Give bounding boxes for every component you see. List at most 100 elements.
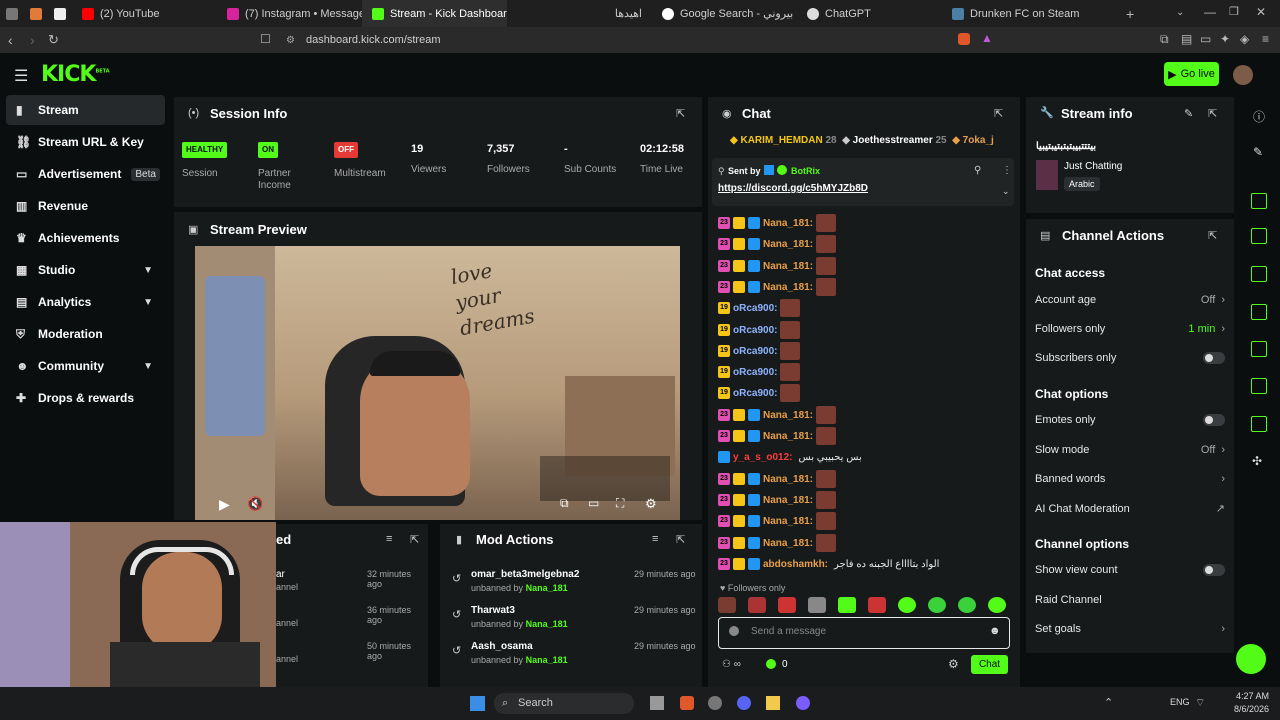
sidebar-item-stream[interactable]: ▮ Stream (6, 95, 165, 125)
brave-shields-icon[interactable] (958, 33, 970, 45)
clock-time[interactable]: 4:27 AM (1236, 691, 1269, 701)
mod-action-user[interactable]: omar_beta3melgebna2 (471, 569, 579, 580)
ai-chat-moderation-row[interactable]: AI Chat Moderation ↗ (1035, 502, 1225, 516)
app-taskbar-icon[interactable] (796, 696, 810, 710)
emote-icon[interactable] (958, 597, 976, 613)
show-view-count-toggle[interactable] (1203, 564, 1225, 576)
popout-icon[interactable]: ⇱ (994, 107, 1003, 120)
banned-words-row[interactable]: Banned words › (1035, 473, 1225, 485)
account-age-row[interactable]: Account age Off › (1035, 294, 1225, 306)
sidebar-item-achievements[interactable]: ♛ Achievements (6, 223, 165, 253)
chat-username[interactable]: Nana_181: (763, 218, 813, 229)
close-window-icon[interactable]: ✕ (1256, 5, 1266, 19)
tab-kick-dashboard[interactable]: Stream - Kick Dashboard✕ (362, 0, 507, 27)
chat-users-icon[interactable]: ⚇ ∞ (722, 659, 741, 670)
menu-icon[interactable]: ≡ (1262, 32, 1269, 46)
info-icon[interactable]: ⓘ (1253, 108, 1265, 125)
url-field[interactable]: ⚙ dashboard.kick.com/stream (280, 31, 950, 50)
chevron-down-icon[interactable]: ⌄ (1002, 186, 1010, 197)
bookmark-icon[interactable]: ☐ (260, 32, 271, 46)
chat-username[interactable]: Nana_181: (763, 431, 813, 442)
kick-logo[interactable]: KICKBETA (41, 62, 110, 87)
tab-youtube[interactable]: (2) YouTube (72, 0, 217, 27)
tab-instagram[interactable]: (7) Instagram • Messages (217, 0, 362, 27)
reload-icon[interactable]: ↻ (48, 32, 59, 48)
category-thumbnail[interactable] (1036, 160, 1058, 190)
gifter-name[interactable]: KARIM_HEMDAN (740, 135, 822, 146)
sidebar-item-community[interactable]: ☻ Community ▼ (6, 351, 165, 381)
subscribers-only-toggle[interactable] (1203, 352, 1225, 364)
unpin-icon[interactable]: ⚲ (974, 165, 981, 176)
emote-picker-icon[interactable] (729, 626, 739, 636)
new-tab-icon[interactable]: + (1126, 6, 1134, 22)
sidebar-item-drops-rewards[interactable]: ✚ Drops & rewards (6, 383, 165, 413)
stream-preview-video[interactable]: love your dreams ▶ 🔇 ⧉ ▭ ⛶ ⚙ (195, 246, 680, 520)
hamburger-icon[interactable]: ☰ (14, 66, 28, 86)
emote-icon[interactable] (868, 597, 886, 613)
emote-icon[interactable] (988, 597, 1006, 613)
popout-icon[interactable]: ⇱ (676, 107, 685, 120)
quick-action-icon[interactable] (1251, 304, 1267, 320)
fullscreen-icon[interactable]: ⛶ (616, 496, 624, 511)
sidebar-item-stream-url-key[interactable]: ⛓ Stream URL & Key (6, 127, 165, 157)
chat-username[interactable]: oRca900: (733, 367, 777, 378)
file-explorer-icon[interactable] (766, 696, 780, 710)
emote-icon[interactable] (898, 597, 916, 613)
filter-icon[interactable]: ≡ (386, 533, 392, 545)
emote-icon[interactable] (778, 597, 796, 613)
gifter-name[interactable]: Joethesstreamer (853, 135, 933, 146)
chat-settings-icon[interactable]: ⚙ (948, 657, 959, 671)
pinned-link[interactable]: https://discord.gg/c5hMYJZb8D (718, 183, 868, 194)
app-taskbar-icon[interactable] (708, 696, 722, 710)
more-options-icon[interactable]: ⋮ (1002, 165, 1012, 176)
vpn-icon[interactable]: ◈ (1240, 32, 1249, 46)
maximize-icon[interactable]: ❐ (1229, 5, 1239, 18)
quick-action-icon[interactable] (1251, 228, 1267, 244)
extensions-icon[interactable]: ⧉ (1160, 32, 1169, 47)
set-goals-row[interactable]: Set goals › (1035, 623, 1225, 635)
forward-icon[interactable]: › (30, 32, 35, 48)
mute-icon[interactable]: 🔇 (247, 496, 263, 512)
windows-start-icon[interactable] (470, 696, 485, 711)
gifter-name[interactable]: 7oka_j (963, 135, 994, 146)
chat-username[interactable]: Nana_181: (763, 516, 813, 527)
emote-icon[interactable] (718, 597, 736, 613)
emotes-only-toggle[interactable] (1203, 414, 1225, 426)
wallet-icon[interactable]: ▭ (1200, 32, 1211, 46)
back-icon[interactable]: ‹ (8, 32, 13, 48)
chat-username[interactable]: oRca900: (733, 325, 777, 336)
emote-icon[interactable] (808, 597, 826, 613)
task-view-icon[interactable] (650, 696, 664, 710)
popout-icon[interactable]: ⇱ (1208, 107, 1217, 120)
extension-icon[interactable]: ✣ (1252, 454, 1262, 468)
filter-icon[interactable]: ≡ (652, 533, 658, 545)
popout-icon[interactable]: ⇱ (1208, 229, 1217, 242)
discord-taskbar-icon[interactable] (737, 696, 751, 710)
raid-channel-row[interactable]: Raid Channel (1035, 594, 1225, 606)
play-icon[interactable]: ▶ (219, 496, 230, 513)
wifi-icon[interactable]: ⌔ (1195, 696, 1205, 710)
sidebar-item-analytics[interactable]: ▤ Analytics ▼ (6, 287, 165, 317)
mod-action-user[interactable]: Tharwat3 (471, 605, 515, 616)
tab-google[interactable]: Google Search - بيتزا بيروني (652, 0, 797, 27)
language-indicator[interactable]: ENG (1170, 697, 1190, 707)
emote-icon[interactable] (838, 597, 856, 613)
chat-input[interactable]: Send a message ☻ (718, 617, 1010, 649)
edit-icon[interactable]: ✎ (1253, 145, 1263, 159)
tab-arabic[interactable]: اهيدها (507, 0, 652, 27)
chat-username[interactable]: oRca900: (733, 346, 777, 357)
tray-chevron-icon[interactable]: ⌃ (1104, 696, 1113, 709)
support-chat-icon[interactable] (1236, 644, 1266, 674)
quick-action-icon[interactable] (1251, 193, 1267, 209)
go-live-button[interactable]: ▶ Go live (1164, 62, 1219, 86)
sidebar-item-moderation[interactable]: ⛨ Moderation (6, 319, 165, 349)
chat-username[interactable]: abdoshamkh: (763, 559, 828, 570)
tab-pinned-3[interactable] (48, 0, 72, 27)
avatar[interactable] (1233, 65, 1253, 85)
emote-icon[interactable] (928, 597, 946, 613)
mod-action-user[interactable]: Aash_osama (471, 641, 533, 652)
chat-username[interactable]: Nana_181: (763, 410, 813, 421)
chat-username[interactable]: Nana_181: (763, 474, 813, 485)
mod-action-by[interactable]: Nana_181 (526, 655, 568, 665)
brave-rewards-icon[interactable]: ▲ (981, 31, 993, 45)
